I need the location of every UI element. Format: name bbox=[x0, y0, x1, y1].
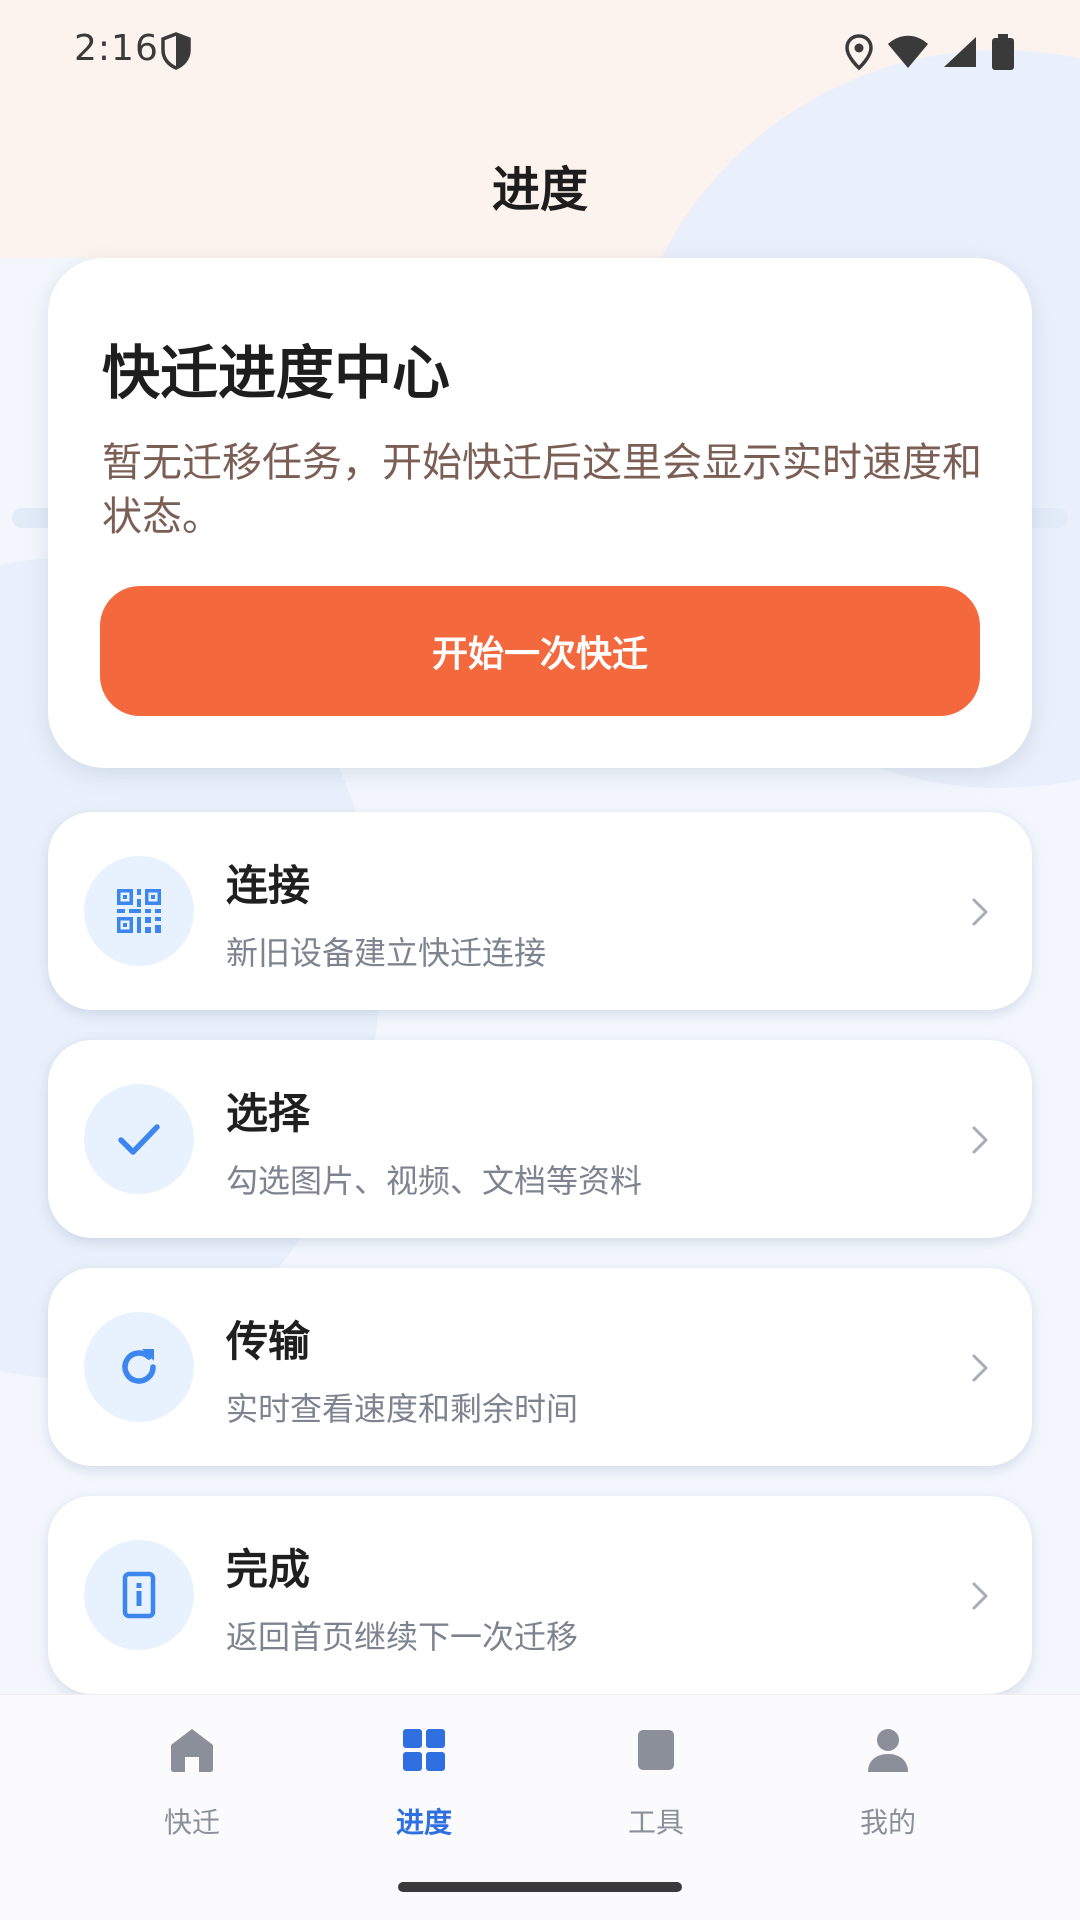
home-icon bbox=[171, 1729, 213, 1772]
step-card-complete[interactable]: 完成 返回首页继续下一次迁移 bbox=[48, 1496, 1032, 1694]
card-title: 快迁进度中心 bbox=[102, 339, 451, 407]
progress-center-card: 快迁进度中心 暂无迁移任务，开始快迁后这里会显示实时速度和状态。 开始一次快迁 bbox=[48, 258, 1032, 768]
step-card-connect[interactable]: 连接 新旧设备建立快迁连接 bbox=[48, 812, 1032, 1010]
chevron-right-icon bbox=[972, 1126, 988, 1154]
step-subtitle: 返回首页继续下一次迁移 bbox=[226, 1618, 579, 1656]
battery-icon bbox=[992, 34, 1014, 70]
shield-icon bbox=[161, 32, 191, 70]
step-icon-container bbox=[84, 1084, 194, 1194]
step-icon-container bbox=[84, 1540, 194, 1650]
phone-info-icon bbox=[122, 1571, 156, 1619]
step-card-select[interactable]: 选择 勾选图片、视频、文档等资料 bbox=[48, 1040, 1032, 1238]
qr-code-icon bbox=[117, 889, 161, 933]
step-title: 传输 bbox=[226, 1317, 311, 1366]
refresh-icon bbox=[122, 1349, 156, 1384]
step-title: 选择 bbox=[226, 1089, 311, 1138]
page-title: 进度 bbox=[491, 162, 588, 218]
step-card-transfer[interactable]: 传输 实时查看速度和剩余时间 bbox=[48, 1268, 1032, 1466]
nav-label: 快迁 bbox=[163, 1806, 220, 1839]
home-indicator[interactable] bbox=[398, 1882, 682, 1892]
nav-item-progress[interactable]: 进度 bbox=[324, 1725, 524, 1855]
nav-label: 工具 bbox=[627, 1806, 684, 1839]
check-icon bbox=[118, 1124, 160, 1155]
nav-item-quick-migrate[interactable]: 快迁 bbox=[92, 1725, 292, 1855]
step-icon-container bbox=[84, 1312, 194, 1422]
step-icon-container bbox=[84, 856, 194, 966]
nav-item-profile[interactable]: 我的 bbox=[788, 1725, 988, 1855]
card-description: 暂无迁移任务，开始快迁后这里会显示实时速度和状态。 bbox=[102, 440, 982, 540]
status-time: 2:16 bbox=[74, 28, 159, 69]
step-subtitle: 实时查看速度和剩余时间 bbox=[226, 1390, 579, 1428]
step-title: 完成 bbox=[226, 1545, 311, 1594]
grid-icon bbox=[403, 1729, 445, 1771]
chevron-right-icon bbox=[972, 898, 988, 926]
step-subtitle: 新旧设备建立快迁连接 bbox=[226, 934, 547, 972]
step-title: 连接 bbox=[226, 861, 311, 910]
status-bar: 2:16 bbox=[0, 0, 1080, 100]
step-subtitle: 勾选图片、视频、文档等资料 bbox=[226, 1162, 643, 1200]
start-migration-button[interactable]: 开始一次快迁 bbox=[100, 586, 980, 716]
signal-icon bbox=[944, 37, 976, 67]
tools-icon bbox=[638, 1730, 674, 1770]
chevron-right-icon bbox=[972, 1582, 988, 1610]
nav-item-tools[interactable]: 工具 bbox=[556, 1725, 756, 1855]
nav-label: 进度 bbox=[395, 1806, 452, 1839]
status-icons bbox=[844, 32, 1014, 72]
user-icon bbox=[868, 1729, 908, 1772]
nav-label: 我的 bbox=[859, 1806, 916, 1839]
location-icon bbox=[845, 34, 873, 71]
chevron-right-icon bbox=[972, 1354, 988, 1382]
wifi-icon bbox=[888, 35, 928, 68]
